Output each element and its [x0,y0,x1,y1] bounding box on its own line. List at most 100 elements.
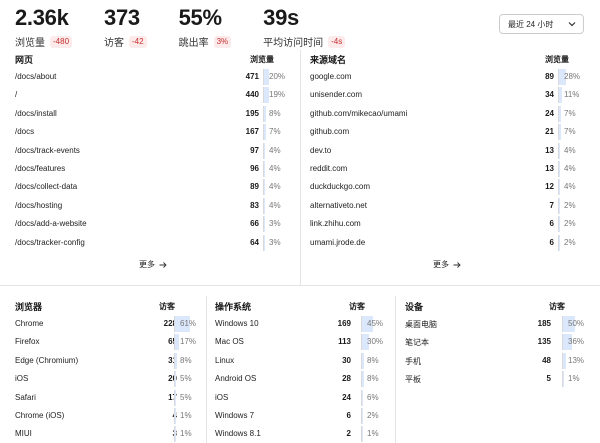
row-value: 440 [245,90,259,100]
table-row[interactable]: github.com 21 7% [310,122,585,141]
row-percent-bar-fill [563,352,566,369]
table-row[interactable]: /docs 167 7% [15,122,290,141]
table-row[interactable]: Safari 17 5% [15,388,200,406]
row-percent: 4% [269,200,281,210]
table-row[interactable]: google.com 89 28% [310,67,585,85]
row-label: dev.to [310,145,332,155]
row-label: Edge (Chromium) [15,355,79,365]
row-value: 135 [537,337,551,347]
row-percent-bar-fill [559,234,560,251]
table-row[interactable]: Chrome (iOS) 41% [15,406,200,424]
row-percent-bar-fill [175,426,176,443]
row-label: /docs/collect-data [15,182,78,192]
table-row[interactable]: Chrome 228 61% [15,314,200,332]
table-row[interactable]: 平板 5 1% [405,369,585,388]
row-label: 平板 [405,375,421,385]
table-row[interactable]: umami.jrode.de 6 2% [310,233,585,251]
table-row[interactable]: github.com/mikecao/umami 24 7% [310,104,585,122]
row-label: /docs [15,127,35,137]
row-label: Windows 7 [215,410,255,420]
more-link[interactable]: 更多 [433,259,461,270]
row-percent-bar-fill [264,234,265,251]
panel-metric-label: 访客 [549,302,565,311]
table-row[interactable]: Mac OS 113 30% [215,332,390,351]
row-percent-bar-fill [264,142,265,159]
row-value: 21 [545,127,554,137]
row-label: link.zhihu.com [310,219,361,229]
table-row[interactable]: 桌面电脑 185 50% [405,314,585,332]
metric-change-badge: -4s [328,35,346,48]
row-value: 13 [545,163,554,173]
table-row[interactable]: Linux 30 8% [215,351,390,369]
row-value: 228 [163,319,177,328]
table-row[interactable]: unisender.com 34 11% [310,85,585,104]
table-row[interactable]: 笔记本 135 36% [405,332,585,351]
table-row[interactable]: Edge (Chromium) 31 8% [15,351,200,369]
row-label: Safari [15,392,36,402]
table-row[interactable]: MIUI 31% [15,424,200,443]
table-row[interactable]: /docs/tracker-config 64 3% [15,233,290,251]
row-percent: 8% [180,355,192,365]
table-row[interactable]: iOS 20 5% [15,369,200,388]
table-row[interactable]: /docs/collect-data 89 4% [15,177,290,196]
row-percent-bar-fill [559,124,561,141]
row-label: alternativeto.net [310,200,367,210]
row-value: 17 [168,392,177,402]
panel-title: 网页 [15,55,34,65]
row-value: 66 [250,219,259,229]
table-row[interactable]: alternativeto.net 7 2% [310,196,585,214]
row-value: 2 [346,429,351,439]
row-percent: 13% [568,355,585,365]
row-percent: 1% [367,429,379,439]
table-row[interactable]: Windows 7 6 2% [215,406,390,424]
row-percent: 5% [180,374,192,384]
row-label: Firefox [15,337,40,347]
table-row[interactable]: /docs/features 96 4% [15,159,290,177]
row-percent: 45% [367,319,384,328]
row-percent: 7% [269,127,281,137]
row-percent-bar-fill [264,216,265,233]
browsers-panel: 浏览器 访客 Chrome 228 61% Firefox 65 17% Edge (Chr… [15,300,200,443]
table-row[interactable]: reddit.com 13 4% [310,159,585,177]
table-row[interactable]: duckduckgo.com 12 4% [310,177,585,196]
row-percent: 61% [180,319,197,328]
row-label: iOS [215,392,229,402]
table-row[interactable]: /docs/hosting 83 4% [15,196,290,214]
row-value: 167 [245,127,259,137]
table-row[interactable]: Windows 10 169 45% [215,314,390,332]
row-percent: 4% [269,163,281,173]
table-row[interactable]: /docs/add-a-website 66 3% [15,214,290,233]
table-row[interactable]: /docs/install 195 8% [15,104,290,122]
table-row[interactable]: Firefox 65 17% [15,332,200,351]
table-row[interactable]: Windows 8.1 2 1% [215,424,390,443]
devices-panel: 设备 访客 桌面电脑 185 50% 笔记本 135 36% 手机 48 13% 平板 5 1% [405,300,585,388]
arrow-right-icon [453,261,461,268]
table-row[interactable]: / 440 19% [15,85,290,104]
row-percent: 1% [180,410,192,420]
row-value: 20 [168,374,177,384]
row-percent: 4% [269,145,281,155]
table-row[interactable]: /docs/about 471 20% [15,67,290,85]
table-row[interactable]: Android OS 28 8% [215,369,390,388]
row-value: 96 [250,163,259,173]
row-value: 31 [168,355,177,365]
row-value: 28 [342,374,351,384]
table-row[interactable]: iOS 24 6% [215,388,390,406]
date-range-select[interactable]: 最近 24 小时 [499,14,584,34]
row-label: /docs/tracker-config [15,237,85,247]
more-link[interactable]: 更多 [139,259,167,270]
table-row[interactable]: dev.to 13 4% [310,141,585,159]
more-link-label: 更多 [433,260,449,269]
row-value: 185 [537,319,551,328]
row-percent-bar-fill [175,407,176,424]
table-row[interactable]: 手机 48 13% [405,351,585,369]
chevron-down-icon [568,22,576,27]
table-row[interactable]: /docs/track-events 97 4% [15,141,290,159]
row-label: Android OS [215,374,257,384]
metric-change-badge: 3% [213,35,232,48]
metric-label: 访客 [104,38,125,49]
row-label: google.com [310,72,352,81]
row-percent-bar-fill [563,371,564,388]
row-value: 4 [137,411,177,420]
table-row[interactable]: link.zhihu.com 6 2% [310,214,585,233]
